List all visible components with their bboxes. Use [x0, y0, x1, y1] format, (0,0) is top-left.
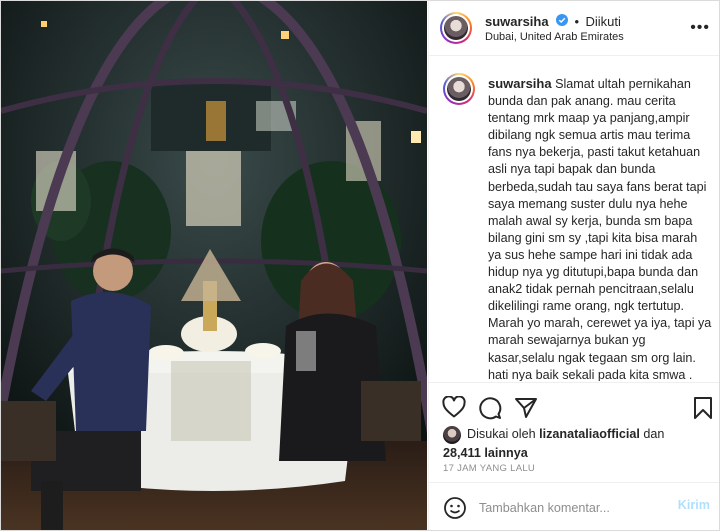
liker-avatar[interactable] — [443, 425, 461, 444]
post-comment-button[interactable]: Kirim — [678, 498, 710, 512]
comment-bar: Kirim — [429, 482, 719, 530]
comment-icon[interactable] — [478, 396, 502, 425]
post-caption: suwarsiha Slamat ultah pernikahan bunda … — [443, 73, 713, 381]
caption-avatar[interactable] — [443, 73, 475, 105]
caption-text: Slamat ultah pernikahan bunda dan pak an… — [488, 77, 712, 381]
more-options-icon[interactable]: ••• — [690, 19, 710, 37]
likes-summary: Disukai oleh lizanataliaofficial dan 28,… — [443, 425, 713, 462]
post-timestamp[interactable]: 17 JAM YANG LALU — [443, 463, 535, 474]
follow-status-button[interactable]: Diikuti — [586, 14, 621, 29]
post-photo[interactable] — [1, 1, 427, 530]
post-details-panel: suwarsiha • Diikuti Dubai, United Arab E… — [428, 1, 719, 530]
bookmark-icon[interactable] — [693, 396, 713, 425]
likes-connector: dan — [643, 427, 665, 441]
comment-input[interactable] — [477, 497, 661, 519]
author-avatar[interactable] — [440, 12, 472, 44]
separator-dot: • — [574, 14, 580, 30]
heart-icon[interactable] — [442, 395, 466, 423]
emoji-icon[interactable] — [443, 496, 467, 525]
instagram-post: suwarsiha • Diikuti Dubai, United Arab E… — [0, 0, 720, 531]
liker-username[interactable]: lizanataliaofficial — [539, 427, 640, 441]
likes-count[interactable]: 28,411 lainnya — [443, 446, 528, 460]
author-line: suwarsiha • Diikuti — [485, 13, 621, 31]
verified-badge-icon — [556, 13, 569, 31]
post-photo-image — [1, 1, 427, 530]
caption-username[interactable]: suwarsiha — [488, 76, 552, 91]
likes-prefix: Disukai oleh — [467, 427, 536, 441]
action-bar — [429, 382, 719, 431]
caption-body: suwarsiha Slamat ultah pernikahan bunda … — [488, 75, 713, 381]
post-header: suwarsiha • Diikuti Dubai, United Arab E… — [429, 1, 719, 56]
share-icon[interactable] — [514, 396, 538, 425]
post-location[interactable]: Dubai, United Arab Emirates — [485, 31, 624, 43]
author-username[interactable]: suwarsiha — [485, 14, 549, 29]
